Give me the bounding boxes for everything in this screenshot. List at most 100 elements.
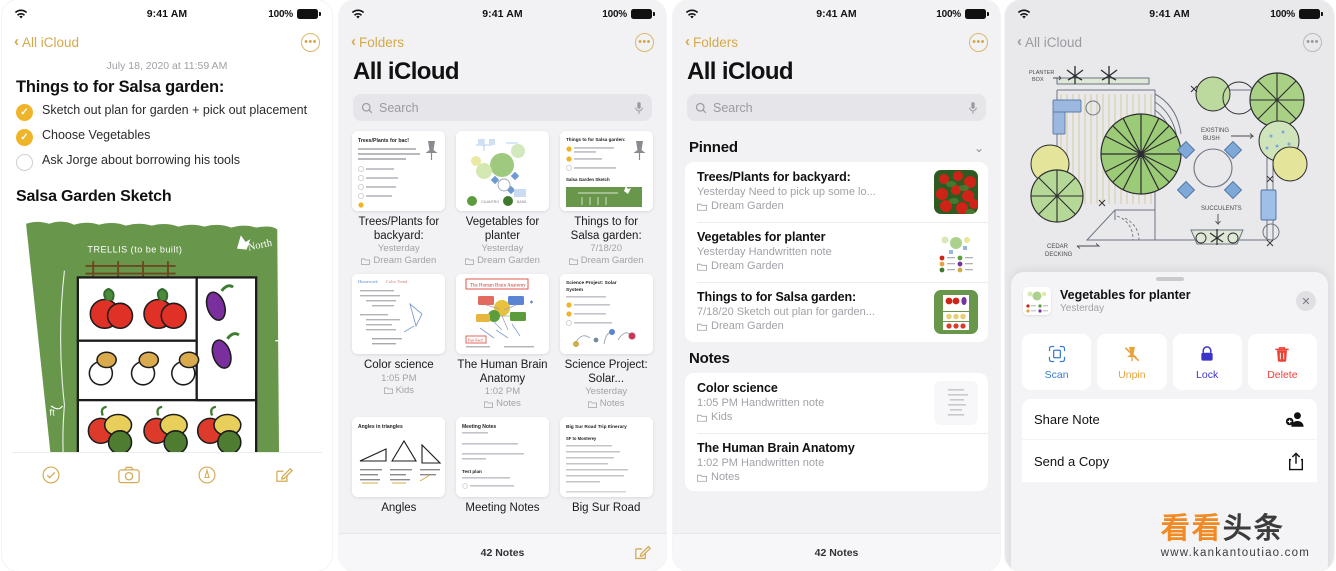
note-thumbnail[interactable]: Science Project: Solar System xyxy=(559,274,653,354)
compose-icon[interactable] xyxy=(274,465,294,485)
chevron-down-icon[interactable]: ⌄ xyxy=(974,141,984,155)
note-thumbnail[interactable]: Trees/Plants for bac! xyxy=(352,131,446,211)
sheet-header: Vegetables for planter Yesterday ✕ xyxy=(1011,283,1328,325)
svg-text:BASIL: BASIL xyxy=(517,200,527,204)
note-date: 1:02 PM xyxy=(484,386,521,397)
check-circle-icon[interactable] xyxy=(41,465,61,485)
search-placeholder: Search xyxy=(379,100,419,115)
note-thumbnail[interactable] xyxy=(934,290,978,334)
note-thumbnail[interactable] xyxy=(934,230,978,274)
list-item[interactable]: Color science 1:05 PM Handwritten note K… xyxy=(685,373,988,433)
phone-panel-gallery: 9:41 AM 100% ‹ Folders ••• All iCloud Se… xyxy=(339,0,666,571)
scan-document-icon xyxy=(1048,345,1065,362)
microphone-icon[interactable] xyxy=(634,101,644,115)
note-date: 1:05 PM xyxy=(381,372,417,384)
back-button-folders[interactable]: ‹ Folders xyxy=(685,34,738,50)
note-folder: Dream Garden xyxy=(697,200,926,212)
back-button-all-icloud[interactable]: ‹ All iCloud xyxy=(14,33,80,50)
checkbox-checked-icon[interactable] xyxy=(16,129,33,146)
section-title: Pinned xyxy=(689,139,738,156)
share-note-menu-item[interactable]: Share Note xyxy=(1022,399,1317,439)
lock-button[interactable]: Lock xyxy=(1172,334,1242,390)
garden-plan-image[interactable]: PLANTER BOX EXISTING BUSH SUCCULENTS CED… xyxy=(1005,56,1334,271)
more-ellipsis-icon[interactable]: ••• xyxy=(969,32,988,52)
gallery-item[interactable]: Science Project: Solar System Science Pr… xyxy=(558,274,654,409)
checkbox-empty-icon[interactable] xyxy=(16,154,33,171)
note-thumbnail[interactable]: CILANTRO BASIL xyxy=(455,131,549,211)
unpin-button[interactable]: Unpin xyxy=(1097,334,1167,390)
bottom-bar: 42 Notes xyxy=(673,533,1000,571)
delete-button[interactable]: Delete xyxy=(1247,334,1317,390)
note-title: Things to for Salsa garden: xyxy=(697,290,857,304)
folder-label: Notes xyxy=(496,398,521,409)
chevron-left-icon: ‹ xyxy=(14,33,19,50)
note-snippet: 7/18/20 Sketch out plan for garden... xyxy=(697,306,875,318)
gallery-item[interactable]: Trees/Plants for bac! Trees/Plants for b… xyxy=(351,131,447,266)
svg-text:CILANTRO: CILANTRO xyxy=(481,200,499,204)
back-label: All iCloud xyxy=(22,34,80,50)
note-thumbnail[interactable] xyxy=(934,381,978,425)
camera-icon[interactable] xyxy=(117,465,140,485)
gallery-item[interactable]: Big Sur Road Trip Itinerary SF to Monter… xyxy=(558,417,654,516)
delete-label: Delete xyxy=(1267,368,1298,381)
back-button-all-icloud[interactable]: ‹ All iCloud xyxy=(1017,34,1082,50)
section-header-notes[interactable]: Notes xyxy=(673,342,1000,373)
phone-panel-note-detail: 9:41 AM 100% ‹ All iCloud ••• July 18, 2… xyxy=(2,0,332,571)
note-thumbnail[interactable]: Things to for Salsa garden: Salsa Garden… xyxy=(559,131,653,211)
gallery-item[interactable]: Angles in triangles Angles xyxy=(351,417,447,516)
search-input[interactable]: Search xyxy=(687,94,986,121)
watermark-url: www.kankantoutiao.com xyxy=(1160,547,1310,559)
svg-text:System: System xyxy=(566,287,583,293)
note-title: Color science xyxy=(697,381,778,395)
list-item[interactable]: Things to for Salsa garden: 7/18/20 Sket… xyxy=(685,282,988,342)
gallery-item[interactable]: The Human Brain Anatomy Fun Fact! The Hu… xyxy=(455,274,551,409)
gallery-item[interactable]: Meeting Notes Test plan Meeting Notes xyxy=(455,417,551,516)
checklist-item[interactable]: Choose Vegetables xyxy=(16,128,318,146)
note-thumbnail[interactable]: Angles in triangles xyxy=(352,417,446,497)
note-checklist: Sketch out plan for garden + pick out pl… xyxy=(2,97,332,171)
list-item[interactable]: Vegetables for planter Yesterday Handwri… xyxy=(685,222,988,282)
note-heading: Things to for Salsa garden: xyxy=(16,78,225,96)
folder-icon xyxy=(587,401,597,408)
close-icon[interactable]: ✕ xyxy=(1296,291,1316,311)
more-ellipsis-icon[interactable]: ••• xyxy=(635,32,654,52)
back-button-folders[interactable]: ‹ Folders xyxy=(351,34,405,50)
folder-icon xyxy=(697,263,707,271)
pinned-notes-card: Trees/Plants for backyard: Yesterday Nee… xyxy=(685,162,988,342)
note-thumbnail[interactable]: Homework Color Trend xyxy=(352,274,446,354)
more-ellipsis-icon[interactable]: ••• xyxy=(1303,32,1322,52)
list-item[interactable]: The Human Brain Anatomy 1:02 PM Handwrit… xyxy=(685,433,988,491)
checkbox-checked-icon[interactable] xyxy=(16,104,33,121)
note-thumbnail[interactable]: The Human Brain Anatomy Fun Fact! xyxy=(455,274,549,354)
note-thumbnail[interactable]: Big Sur Road Trip Itinerary SF to Monter… xyxy=(559,417,653,497)
markup-pen-icon[interactable] xyxy=(197,465,217,485)
send-a-copy-menu-item[interactable]: Send a Copy xyxy=(1022,440,1317,482)
note-title: Vegetables for planter xyxy=(465,216,540,242)
back-label: Folders xyxy=(359,34,405,50)
battery-icon xyxy=(631,9,655,19)
note-date: 7/18/20 xyxy=(590,243,622,254)
plan-succulents-label: SUCCULENTS xyxy=(1201,206,1242,212)
garden-sketch-image[interactable]: TRELLIS (to be built) North 6 ft 5 ft Ga… xyxy=(12,218,322,496)
gallery-item[interactable]: Homework Color Trend Color science 1:05 … xyxy=(351,274,447,409)
search-input[interactable]: Search xyxy=(353,94,652,121)
sheet-note-date: Yesterday xyxy=(1060,303,1105,314)
trash-icon xyxy=(1275,346,1290,362)
note-date: Yesterday xyxy=(377,243,420,254)
sketch-trellis-label: TRELLIS (to be built) xyxy=(87,245,182,255)
more-ellipsis-icon[interactable]: ••• xyxy=(301,32,320,52)
list-item[interactable]: Trees/Plants for backyard: Yesterday Nee… xyxy=(685,162,988,222)
note-thumbnail[interactable] xyxy=(934,170,978,214)
checklist-item[interactable]: Sketch out plan for garden + pick out pl… xyxy=(16,103,318,121)
note-thumbnail[interactable]: Meeting Notes Test plan xyxy=(455,417,549,497)
section-header-pinned[interactable]: Pinned ⌄ xyxy=(673,131,1000,162)
wifi-icon xyxy=(1017,9,1031,19)
gallery-item[interactable]: CILANTRO BASIL Vegetables for planter Ye… xyxy=(455,131,551,266)
microphone-icon[interactable] xyxy=(968,101,978,115)
checklist-item[interactable]: Ask Jorge about borrowing his tools xyxy=(16,153,318,171)
gallery-item[interactable]: Things to for Salsa garden: Salsa Garden… xyxy=(558,131,654,266)
scan-button[interactable]: Scan xyxy=(1022,334,1092,390)
sheet-grabber[interactable] xyxy=(1155,277,1184,281)
compose-icon[interactable] xyxy=(633,543,652,562)
watermark-cn-dark: 头条 xyxy=(1222,513,1285,545)
